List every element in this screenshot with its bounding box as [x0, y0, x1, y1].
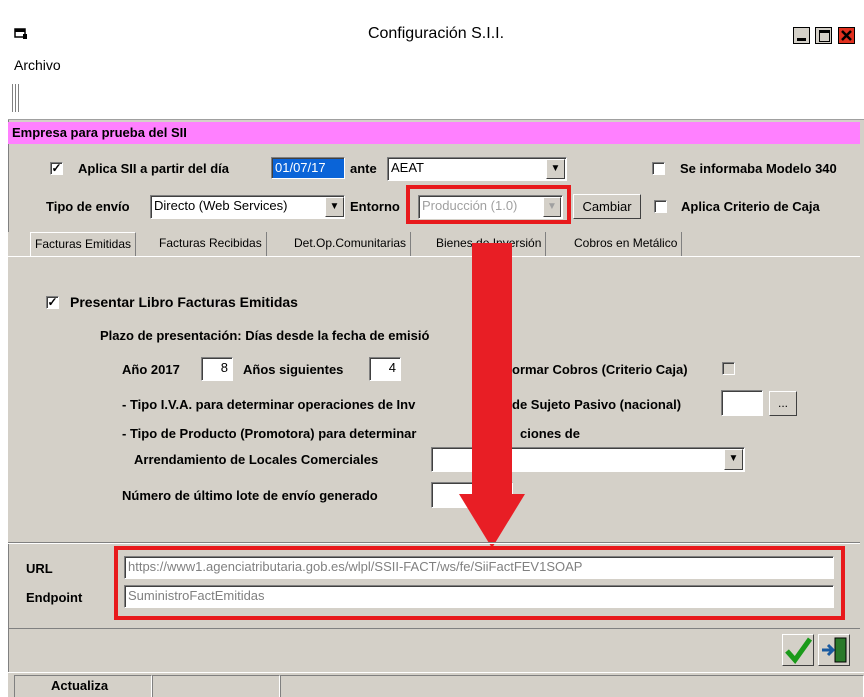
modelo340-checkbox[interactable]	[652, 162, 665, 175]
entorno-label: Entorno	[350, 199, 400, 214]
informar-cobros-checkbox	[722, 362, 735, 375]
status-cell-3	[280, 675, 864, 697]
aplica-sii-label: Aplica SII a partir del día	[78, 161, 229, 176]
chevron-down-icon: ▼	[550, 163, 561, 174]
arrendamiento-label: Arrendamiento de Locales Comerciales	[134, 452, 379, 467]
ano2017-input[interactable]: 8	[201, 357, 233, 381]
presentar-libro-checkbox[interactable]: ✓	[46, 296, 59, 309]
tab-cobros-metalico[interactable]: Cobros en Metálico	[570, 232, 683, 256]
exit-door-icon	[822, 637, 847, 663]
tipo-iva-input[interactable]	[721, 390, 763, 416]
annotation-arrow-head	[459, 494, 525, 548]
tipo-producto-label-2: ciones de	[520, 426, 580, 441]
annotation-arrow-shaft	[472, 243, 512, 498]
ante-value: AEAT	[391, 160, 424, 175]
tipo-iva-label: - Tipo I.V.A. para determinar operacione…	[122, 397, 416, 412]
menu-archivo[interactable]: Archivo	[14, 57, 61, 73]
presentar-libro-label: Presentar Libro Facturas Emitidas	[70, 294, 298, 310]
criterio-caja-checkbox[interactable]	[654, 200, 667, 213]
cambiar-button[interactable]: Cambiar	[573, 194, 641, 219]
tipo-envio-value: Directo (Web Services)	[154, 198, 288, 213]
tab-facturas-recibidas[interactable]: Facturas Recibidas	[155, 232, 267, 256]
tipo-envio-label: Tipo de envío	[46, 199, 130, 214]
ante-label: ante	[350, 161, 377, 176]
bottom-divider	[8, 628, 860, 629]
plazo-label: Plazo de presentación: Días desde la fec…	[100, 328, 430, 343]
minimize-button[interactable]	[793, 27, 810, 44]
tipo-iva-browse-button[interactable]: ...	[769, 391, 797, 416]
toolbar-grip[interactable]	[12, 84, 20, 112]
tipo-envio-select[interactable]: Directo (Web Services)	[150, 195, 345, 219]
ante-select[interactable]: AEAT	[387, 157, 567, 181]
close-button[interactable]	[838, 27, 855, 44]
url-label: URL	[26, 561, 53, 576]
ultimo-lote-label: Número de último lote de envío generado	[122, 488, 378, 503]
aplica-sii-checkbox[interactable]: ✓	[50, 162, 63, 175]
exit-button[interactable]	[818, 634, 850, 666]
accept-button[interactable]	[782, 634, 814, 666]
informar-cobros-label: ormar Cobros (Criterio Caja)	[512, 362, 688, 377]
checkmark-icon	[785, 637, 813, 665]
minimize-icon	[797, 38, 806, 41]
tipo-producto-label: - Tipo de Producto (Promotora) para dete…	[122, 426, 417, 441]
status-cell-actualiza: Actualiza	[14, 675, 152, 697]
annotation-box-url	[114, 546, 845, 620]
company-name-bar: Empresa para prueba del SII	[8, 122, 860, 144]
aplica-date-input[interactable]: 01/07/17	[271, 157, 345, 179]
ante-dropdown-button[interactable]: ▼	[546, 159, 565, 179]
criterio-caja-label: Aplica Criterio de Caja	[681, 199, 820, 214]
window-title: Configuración S.I.I.	[367, 25, 505, 42]
ano2017-label: Año 2017	[122, 362, 180, 377]
modelo340-label: Se informaba Modelo 340	[680, 161, 837, 176]
maximize-icon	[819, 30, 830, 42]
tab-facturas-emitidas[interactable]: Facturas Emitidas	[30, 232, 137, 256]
menu-bar	[8, 54, 864, 78]
maximize-button[interactable]	[815, 27, 832, 44]
annotation-box-entorno	[406, 185, 571, 224]
close-icon	[841, 30, 852, 41]
chevron-down-icon: ▼	[329, 201, 340, 212]
status-cell-2	[152, 675, 280, 697]
arrendamiento-dropdown-button[interactable]: ▼	[724, 449, 743, 470]
anos-siguientes-label: Años siguientes	[243, 362, 344, 377]
tipo-iva-label-2: de Sujeto Pasivo (nacional)	[512, 397, 682, 412]
section-divider	[8, 542, 860, 544]
endpoint-label: Endpoint	[26, 590, 83, 605]
tab-det-op-comunitarias[interactable]: Det.Op.Comunitarias	[290, 232, 412, 256]
toolbar	[8, 78, 864, 120]
chevron-down-icon: ▼	[728, 453, 739, 464]
anos-siguientes-input[interactable]: 4	[369, 357, 401, 381]
tipo-envio-dropdown-button[interactable]: ▼	[325, 197, 344, 217]
